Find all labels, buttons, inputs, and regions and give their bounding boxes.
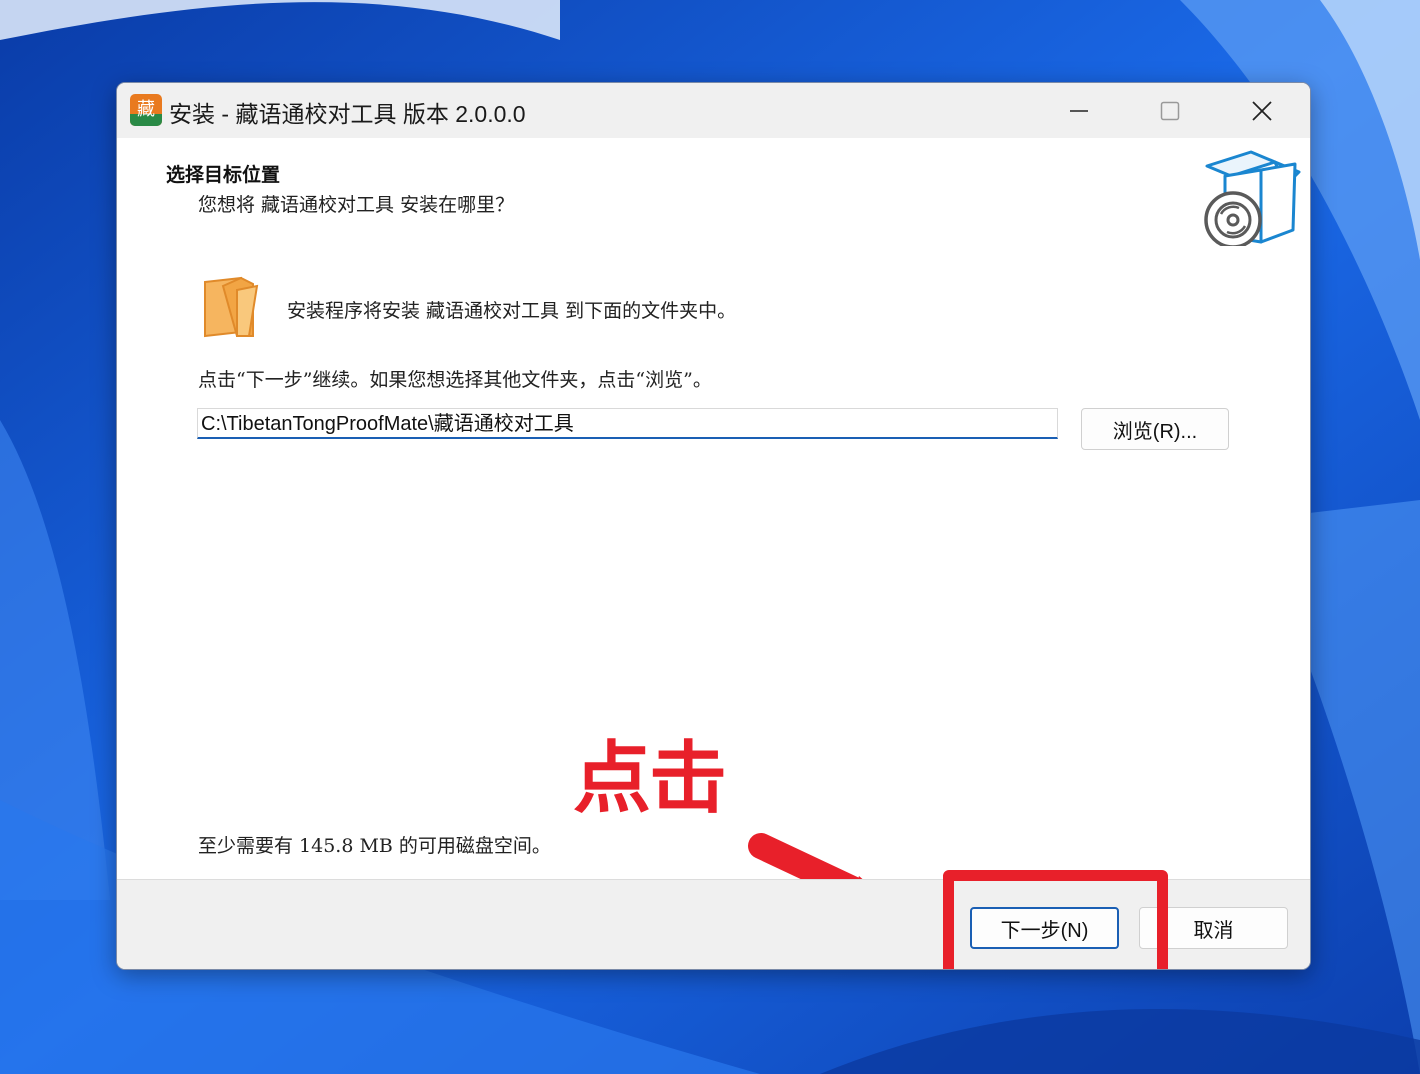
instruction-text: 点击“下一步”继续。如果您想选择其他文件夹，点击“浏览”。	[198, 369, 712, 391]
install-path-input[interactable]: C:\TibetanTongProofMate\藏语通校对工具	[197, 408, 1058, 439]
next-button[interactable]: 下一步(N)	[970, 907, 1119, 949]
click-annotation-label: 点击	[573, 734, 727, 824]
minimize-button[interactable]	[1033, 83, 1125, 138]
app-icon: 藏	[130, 94, 162, 126]
disk-space-text: 至少需要有 145.8 MB 的可用磁盘空间。	[198, 835, 551, 857]
browse-button[interactable]: 浏览(R)...	[1081, 408, 1229, 450]
folder-icon	[204, 276, 259, 338]
wizard-footer: 下一步(N) 取消	[117, 879, 1310, 969]
app-icon-glyph: 藏	[137, 99, 155, 120]
close-button[interactable]	[1216, 83, 1308, 138]
page-heading: 选择目标位置	[166, 164, 281, 186]
close-icon	[1252, 100, 1272, 121]
maximize-icon	[1160, 101, 1180, 120]
title-bar[interactable]: 藏 安装 - 藏语通校对工具 版本 2.0.0.0	[117, 83, 1310, 138]
page-subheading: 您想将 藏语通校对工具 安装在哪里？	[198, 194, 515, 216]
cancel-button[interactable]: 取消	[1139, 907, 1288, 949]
maximize-button[interactable]	[1124, 83, 1216, 138]
window-title: 安装 - 藏语通校对工具 版本 2.0.0.0	[169, 101, 526, 127]
install-info-text: 安装程序将安装 藏语通校对工具 到下面的文件夹中。	[287, 300, 737, 322]
package-disc-icon	[1204, 150, 1301, 246]
installer-window: 藏 安装 - 藏语通校对工具 版本 2.0.0.0 选择目标位置 您想将 藏语通…	[116, 82, 1311, 970]
wizard-content: 选择目标位置 您想将 藏语通校对工具 安装在哪里？ 安装程序将安装 藏语通校对工…	[117, 138, 1310, 954]
minimize-icon	[1070, 109, 1088, 112]
